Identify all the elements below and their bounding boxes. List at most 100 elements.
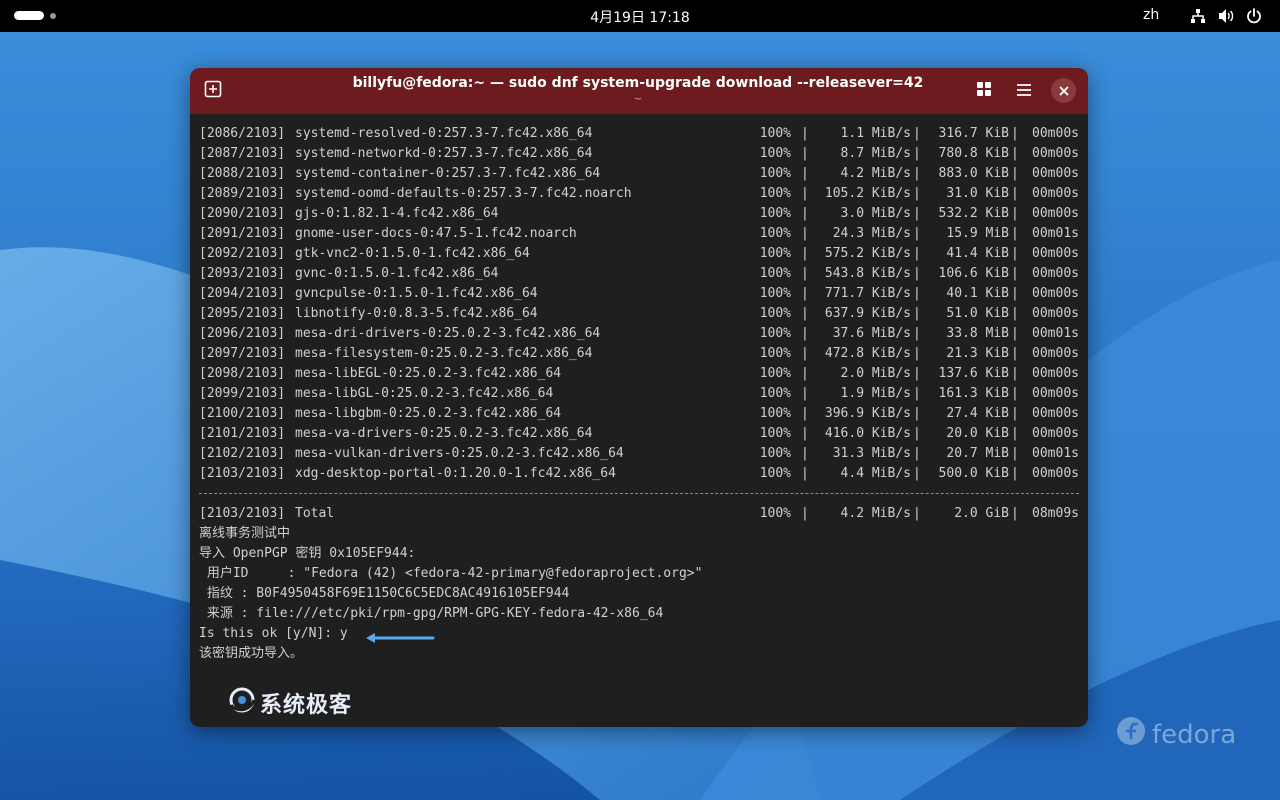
column-separator: |	[913, 166, 921, 181]
download-speed: 31.3 MiB/s	[832, 446, 911, 461]
column-separator: |	[913, 366, 921, 381]
watermark-text: 系统极客	[260, 693, 353, 718]
column-separator: |	[913, 246, 921, 261]
progress-percent: 100%	[759, 206, 791, 221]
message-text: 导入 OpenPGP 密钥 0x105EF944:	[199, 546, 416, 561]
progress-percent: 100%	[759, 406, 791, 421]
column-separator: |	[913, 186, 921, 201]
package-index: [2086/2103]	[199, 126, 286, 141]
download-size: 161.3 KiB	[938, 386, 1009, 401]
message-text: 离线事务测试中	[199, 526, 291, 541]
elapsed-time: 00m00s	[1032, 126, 1079, 141]
message-line: 用户ID : "Fedora (42) <fedora-42-primary@f…	[199, 564, 1079, 584]
tab-overview-icon	[976, 81, 992, 101]
main-menu-button[interactable]	[1008, 75, 1040, 107]
column-separator: |	[913, 346, 921, 361]
download-size: 500.0 KiB	[938, 466, 1009, 481]
package-name: gvnc-0:1.5.0-1.fc42.x86_64	[295, 266, 499, 281]
download-size: 27.4 KiB	[946, 406, 1009, 421]
tab-overview-button[interactable]	[968, 75, 1000, 107]
message-line: 指纹 : B0F4950458F69E1150C6C5EDC8AC4916105…	[199, 584, 1079, 604]
watermark-logo-icon	[228, 686, 256, 720]
package-name: xdg-desktop-portal-0:1.20.0-1.fc42.x86_6…	[295, 466, 616, 481]
package-row: [2089/2103] systemd-oomd-defaults-0:257.3…	[199, 184, 1079, 204]
package-index: [2096/2103]	[199, 326, 286, 341]
terminal-output[interactable]: [2086/2103] systemd-resolved-0:257.3-7.fc…	[199, 124, 1079, 714]
package-row: [2094/2103] gvncpulse-0:1.5.0-1.fc42.x86_…	[199, 284, 1079, 304]
package-name: libnotify-0:0.8.3-5.fc42.x86_64	[295, 306, 538, 321]
column-separator: |	[913, 126, 921, 141]
close-icon	[1059, 81, 1069, 100]
download-size: 20.7 MiB	[946, 446, 1009, 461]
message-text: 该密钥成功导入。	[199, 646, 304, 661]
package-index: [2089/2103]	[199, 186, 286, 201]
elapsed-time: 00m00s	[1032, 246, 1079, 261]
download-size: 20.0 KiB	[946, 426, 1009, 441]
package-row: [2096/2103] mesa-dri-drivers-0:25.0.2-3.f…	[199, 324, 1079, 344]
package-row: [2086/2103] systemd-resolved-0:257.3-7.fc…	[199, 124, 1079, 144]
separator-line	[199, 484, 1079, 504]
package-index: [2100/2103]	[199, 406, 286, 421]
download-size: 106.6 KiB	[938, 266, 1009, 281]
package-row: [2097/2103] mesa-filesystem-0:25.0.2-3.fc…	[199, 344, 1079, 364]
progress-percent: 100%	[759, 366, 791, 381]
download-speed: 472.8 KiB/s	[824, 346, 911, 361]
elapsed-time: 00m00s	[1032, 286, 1079, 301]
package-index: [2092/2103]	[199, 246, 286, 261]
progress-percent: 100%	[759, 246, 791, 261]
download-size: 51.0 KiB	[946, 306, 1009, 321]
download-speed: 543.8 KiB/s	[824, 266, 911, 281]
progress-percent: 100%	[759, 166, 791, 181]
elapsed-time: 00m00s	[1032, 366, 1079, 381]
elapsed-time: 00m00s	[1032, 306, 1079, 321]
clock[interactable]: 4月19日 17:18	[590, 10, 690, 26]
new-tab-button[interactable]	[197, 75, 229, 107]
column-separator: |	[913, 266, 921, 281]
download-speed: 1.9 MiB/s	[840, 386, 911, 401]
download-size: 137.6 KiB	[938, 366, 1009, 381]
system-menu[interactable]	[1188, 7, 1264, 25]
package-index: [2087/2103]	[199, 146, 286, 161]
column-separator: |	[913, 146, 921, 161]
package-row: [2090/2103] gjs-0:1.82.1-4.fc42.x86_64 100…	[199, 204, 1079, 224]
package-index: [2094/2103]	[199, 286, 286, 301]
progress-percent: 100%	[759, 506, 791, 521]
package-row: [2098/2103] mesa-libEGL-0:25.0.2-3.fc42.x…	[199, 364, 1079, 384]
column-separator: |	[913, 226, 921, 241]
package-name: mesa-libEGL-0:25.0.2-3.fc42.x86_64	[295, 366, 562, 381]
download-speed: 637.9 KiB/s	[824, 306, 911, 321]
download-speed: 8.7 MiB/s	[840, 146, 911, 161]
message-text: 指纹 : B0F4950458F69E1150C6C5EDC8AC4916105…	[199, 586, 570, 601]
download-speed: 4.2 MiB/s	[840, 506, 911, 521]
close-button[interactable]	[1051, 78, 1076, 103]
input-language-indicator[interactable]: zh	[1143, 7, 1159, 23]
activities-button[interactable]	[14, 11, 56, 20]
column-separator: |	[913, 426, 921, 441]
new-tab-icon	[204, 80, 222, 102]
elapsed-time: 00m00s	[1032, 346, 1079, 361]
elapsed-time: 00m00s	[1032, 266, 1079, 281]
download-speed: 416.0 KiB/s	[824, 426, 911, 441]
window-headerbar[interactable]: billyfu@fedora:~ — sudo dnf system-upgra…	[190, 68, 1088, 114]
message-line: 来源 : file:///etc/pki/rpm-gpg/RPM-GPG-KEY…	[199, 604, 1079, 624]
package-row: [2087/2103] systemd-networkd-0:257.3-7.fc…	[199, 144, 1079, 164]
package-index: [2088/2103]	[199, 166, 286, 181]
package-index: [2099/2103]	[199, 386, 286, 401]
download-speed: 396.9 KiB/s	[824, 406, 911, 421]
download-size: 532.2 KiB	[938, 206, 1009, 221]
volume-icon	[1216, 7, 1236, 25]
message-line: 离线事务测试中	[199, 524, 1079, 544]
message-line: 导入 OpenPGP 密钥 0x105EF944:	[199, 544, 1079, 564]
download-size: 780.8 KiB	[938, 146, 1009, 161]
elapsed-time: 00m00s	[1032, 406, 1079, 421]
progress-percent: 100%	[759, 186, 791, 201]
download-size: 21.3 KiB	[946, 346, 1009, 361]
package-index: [2103/2103]	[199, 466, 286, 481]
download-speed: 37.6 MiB/s	[832, 326, 911, 341]
download-speed: 4.4 MiB/s	[840, 466, 911, 481]
download-speed: 2.0 MiB/s	[840, 366, 911, 381]
column-separator: |	[913, 386, 921, 401]
package-index: [2095/2103]	[199, 306, 286, 321]
elapsed-time: 00m01s	[1032, 226, 1079, 241]
elapsed-time: 00m00s	[1032, 426, 1079, 441]
